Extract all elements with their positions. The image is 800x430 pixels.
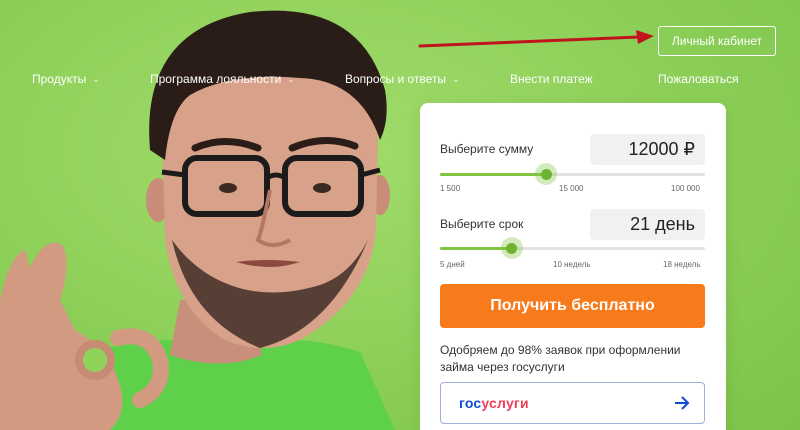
hero-person-image (0, 10, 395, 430)
nav-item-label: Продукты (32, 72, 87, 86)
gosuslugi-button[interactable]: госуслуги (440, 382, 705, 424)
term-tick-mid: 10 недель (553, 260, 591, 269)
nav-item-loyalty[interactable]: Программа лояльности ⌄ (150, 72, 295, 86)
nav-item-complaint[interactable]: Пожаловаться (658, 72, 739, 86)
loan-calculator-card: Выберите сумму 12000 ₽ 1 500 15 000 100 … (420, 103, 726, 430)
red-arrow-annotation-icon (418, 30, 654, 48)
chevron-down-icon: ⌄ (452, 73, 460, 84)
amount-tick-max: 100 000 (671, 184, 700, 193)
amount-slider-track[interactable] (440, 173, 705, 176)
amount-tick-min: 1 500 (440, 184, 461, 193)
term-label: Выберите срок (440, 217, 524, 231)
amount-label: Выберите сумму (440, 142, 534, 156)
amount-slider-thumb[interactable] (535, 163, 557, 185)
arrow-right-icon (675, 396, 690, 410)
nav-item-label: Вопросы и ответы (345, 72, 447, 86)
chevron-down-icon: ⌄ (287, 73, 295, 84)
term-tick-min: 5 дней (440, 260, 465, 269)
main-nav: Продукты ⌄ Программа лояльности ⌄ Вопрос… (0, 72, 800, 90)
nav-item-label: Внести платеж (510, 72, 593, 86)
nav-item-faq[interactable]: Вопросы и ответы ⌄ (345, 72, 460, 86)
personal-cabinet-button[interactable]: Личный кабинет (658, 26, 776, 56)
gosuslugi-logo: госуслуги (459, 395, 529, 411)
nav-item-label: Программа лояльности (150, 72, 282, 86)
gosuslugi-logo-part2: услуги (481, 395, 529, 411)
amount-tick-mid: 15 000 (559, 184, 584, 193)
nav-item-payment[interactable]: Внести платеж (510, 72, 593, 86)
get-for-free-button[interactable]: Получить бесплатно (440, 284, 705, 328)
term-slider-track[interactable] (440, 247, 705, 250)
term-tick-max: 18 недель (663, 260, 701, 269)
nav-item-products[interactable]: Продукты ⌄ (32, 72, 100, 86)
amount-slider-fill (440, 173, 546, 176)
amount-value-field[interactable]: 12000 ₽ (590, 134, 705, 165)
chevron-down-icon: ⌄ (92, 73, 100, 84)
gosuslugi-logo-part1: гос (459, 395, 482, 411)
term-value-field[interactable]: 21 день (590, 209, 705, 240)
nav-item-label: Пожаловаться (658, 72, 739, 86)
term-slider-thumb[interactable] (500, 237, 523, 259)
approval-note: Одобряем до 98% заявок при оформлении за… (440, 343, 681, 374)
